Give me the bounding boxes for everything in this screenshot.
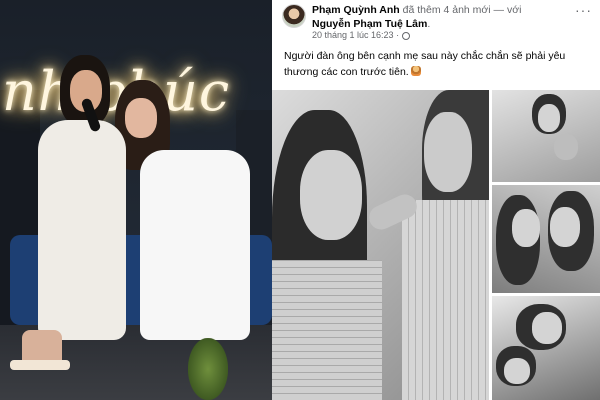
photo-thumbnail-1[interactable] bbox=[492, 90, 600, 182]
author-avatar[interactable] bbox=[282, 4, 306, 28]
more-options-icon[interactable]: ··· bbox=[575, 2, 592, 18]
singer-one-lace-dress bbox=[38, 120, 126, 340]
post-timestamp[interactable]: 20 tháng 1 lúc 16:23 · bbox=[312, 30, 411, 40]
stage-plant bbox=[188, 338, 228, 400]
person-emoji-icon bbox=[410, 66, 421, 76]
singer-two-white-dress bbox=[140, 150, 250, 340]
mother-shirt bbox=[402, 200, 489, 400]
photo-grid bbox=[272, 90, 600, 400]
header-period: . bbox=[427, 18, 431, 30]
thumb2-mother-face bbox=[550, 207, 580, 247]
child-shirt bbox=[272, 260, 382, 400]
caption-text: Người đàn ông bên cạnh mẹ sau này chắc c… bbox=[284, 50, 566, 78]
child-face bbox=[300, 150, 362, 240]
thumb1-child-face bbox=[554, 134, 578, 160]
thumb1-mother-face bbox=[538, 104, 560, 132]
post-header: Phạm Quỳnh Anh đã thêm 4 ảnh mới — với N… bbox=[272, 0, 600, 44]
stage-photo[interactable]: nh phúc bbox=[0, 0, 272, 400]
thumb2-child-face bbox=[512, 209, 540, 247]
thumb3-child-face bbox=[504, 358, 530, 384]
timestamp-text: 20 tháng 1 lúc 16:23 · bbox=[312, 30, 400, 40]
photo-thumbnail-3[interactable] bbox=[492, 296, 600, 400]
post-action-text: đã thêm 4 ảnh mới — với bbox=[399, 4, 522, 16]
singer-two-face bbox=[125, 98, 157, 138]
photo-thumbnail-2[interactable] bbox=[492, 185, 600, 293]
thumb3-mother-face bbox=[532, 312, 562, 344]
singer-shoes bbox=[10, 360, 70, 370]
facebook-post: Phạm Quỳnh Anh đã thêm 4 ảnh mới — với N… bbox=[272, 0, 600, 400]
post-header-text: Phạm Quỳnh Anh đã thêm 4 ảnh mới — với N… bbox=[312, 3, 562, 31]
mother-face bbox=[424, 112, 472, 192]
photo-main[interactable] bbox=[272, 90, 489, 400]
author-name-link[interactable]: Phạm Quỳnh Anh bbox=[312, 4, 400, 16]
globe-icon bbox=[402, 31, 411, 40]
tagged-user-link[interactable]: Nguyễn Phạm Tuệ Lâm bbox=[312, 18, 427, 30]
post-caption: Người đàn ông bên cạnh mẹ sau này chắc c… bbox=[284, 48, 584, 80]
